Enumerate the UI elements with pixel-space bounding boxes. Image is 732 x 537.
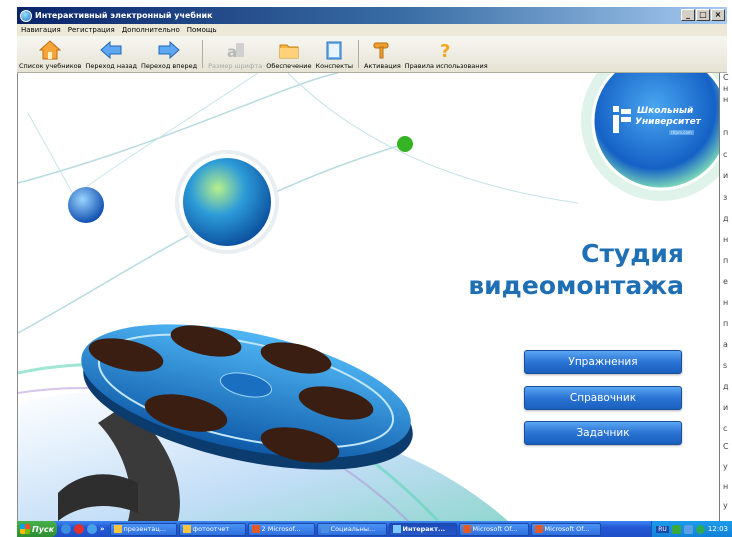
activation-button[interactable]: Активация: [362, 40, 403, 72]
menu-additional[interactable]: Дополнительно: [122, 26, 180, 34]
network-icon[interactable]: [671, 524, 681, 534]
taskbar-item-powerpoint-group[interactable]: 2 Microsof...: [247, 522, 315, 536]
home-icon: [39, 40, 62, 60]
close-button[interactable]: ×: [711, 9, 725, 21]
toolbar-separator: [358, 40, 360, 68]
notebook-icon: [323, 40, 345, 60]
taskbar-item-social[interactable]: Социальны...: [316, 522, 387, 536]
powerpoint-icon: [462, 525, 471, 533]
powerpoint-icon: [251, 525, 260, 533]
powerpoint-icon: [534, 525, 543, 533]
arrow-right-icon: [158, 40, 180, 60]
ie-icon[interactable]: [87, 524, 97, 534]
volume-icon[interactable]: [683, 524, 693, 534]
folder-icon: [278, 40, 300, 60]
taskbar: Пуск » презентац... фотоотчет 2 Microsof…: [17, 521, 732, 537]
window-controls: _ □ ×: [681, 9, 725, 21]
menu-bar: Навигация Регистрация Дополнительно Помо…: [17, 24, 727, 36]
menu-help[interactable]: Помощь: [187, 26, 217, 34]
language-indicator[interactable]: RU: [656, 525, 669, 533]
page-title: Студия видеомонтажа: [468, 238, 684, 302]
quick-launch-more[interactable]: »: [100, 525, 105, 533]
toolbar-separator: [202, 40, 204, 68]
start-button[interactable]: Пуск: [17, 521, 57, 537]
window-title: Интерактивный электронный учебник: [35, 11, 213, 20]
back-button[interactable]: Переход назад: [83, 40, 139, 72]
opera-icon[interactable]: [74, 524, 84, 534]
folder-icon: [182, 525, 191, 533]
system-tray: RU 12:03: [651, 521, 732, 537]
arrow-left-icon: [100, 40, 122, 60]
menu-navigation[interactable]: Навигация: [21, 26, 61, 34]
window-title-bar[interactable]: Интерактивный электронный учебник _ □ ×: [17, 7, 727, 24]
app-icon: [20, 9, 32, 22]
clock[interactable]: 12:03: [708, 525, 728, 533]
toolbar: Список учебников Переход назад Переход в…: [17, 36, 727, 73]
problem-book-button[interactable]: Задачник: [524, 421, 682, 445]
logo-tag: ttfpm.com: [669, 130, 694, 135]
key-icon: [371, 40, 393, 60]
background-window-edge: С н н п с и з д н п е н п а s д и с С у …: [719, 73, 732, 521]
textbook-list-button[interactable]: Список учебников: [17, 40, 83, 72]
update-icon[interactable]: [695, 524, 705, 534]
help-icon: ?: [435, 40, 457, 60]
main-content: Школьный Университет ttfpm.com Студия ви…: [17, 73, 719, 521]
maximize-button[interactable]: □: [696, 9, 710, 21]
exercises-button[interactable]: Упражнения: [524, 350, 682, 374]
quick-launch: »: [57, 524, 109, 534]
svg-text:?: ?: [440, 41, 450, 60]
taskbar-item-presentations[interactable]: презентац...: [109, 522, 177, 536]
font-size-button[interactable]: a Размер шрифта: [206, 40, 264, 72]
font-size-icon: a: [224, 40, 246, 60]
logo-line1: Школьный: [637, 106, 694, 116]
usage-rules-button[interactable]: ? Правила использования: [403, 40, 490, 72]
app-icon: [392, 525, 401, 533]
logo-mark-icon: [613, 106, 631, 133]
software-button[interactable]: Обеспечение: [264, 40, 313, 72]
title-line2: видеомонтажа: [468, 271, 684, 300]
title-line1: Студия: [581, 239, 684, 268]
reference-button[interactable]: Справочник: [524, 386, 682, 410]
menu-registration[interactable]: Регистрация: [68, 26, 115, 34]
forward-button[interactable]: Переход вперед: [139, 40, 199, 72]
windows-logo-icon: [20, 524, 30, 534]
school-university-logo: Школьный Университет ttfpm.com: [611, 102, 711, 142]
browser-icon: [320, 525, 329, 533]
svg-text:a: a: [227, 43, 237, 60]
logo-line2: Университет: [635, 117, 701, 127]
folder-icon: [113, 525, 122, 533]
taskbar-item-office-1[interactable]: Microsoft Of...: [458, 522, 529, 536]
browser-icon[interactable]: [61, 524, 71, 534]
taskbar-item-office-2[interactable]: Microsoft Of...: [530, 522, 601, 536]
taskbar-item-photo-report[interactable]: фотоотчет: [178, 522, 246, 536]
taskbar-item-textbook[interactable]: Интеракт...: [388, 522, 457, 536]
notes-button[interactable]: Конспекты: [314, 40, 356, 72]
minimize-button[interactable]: _: [681, 9, 695, 21]
